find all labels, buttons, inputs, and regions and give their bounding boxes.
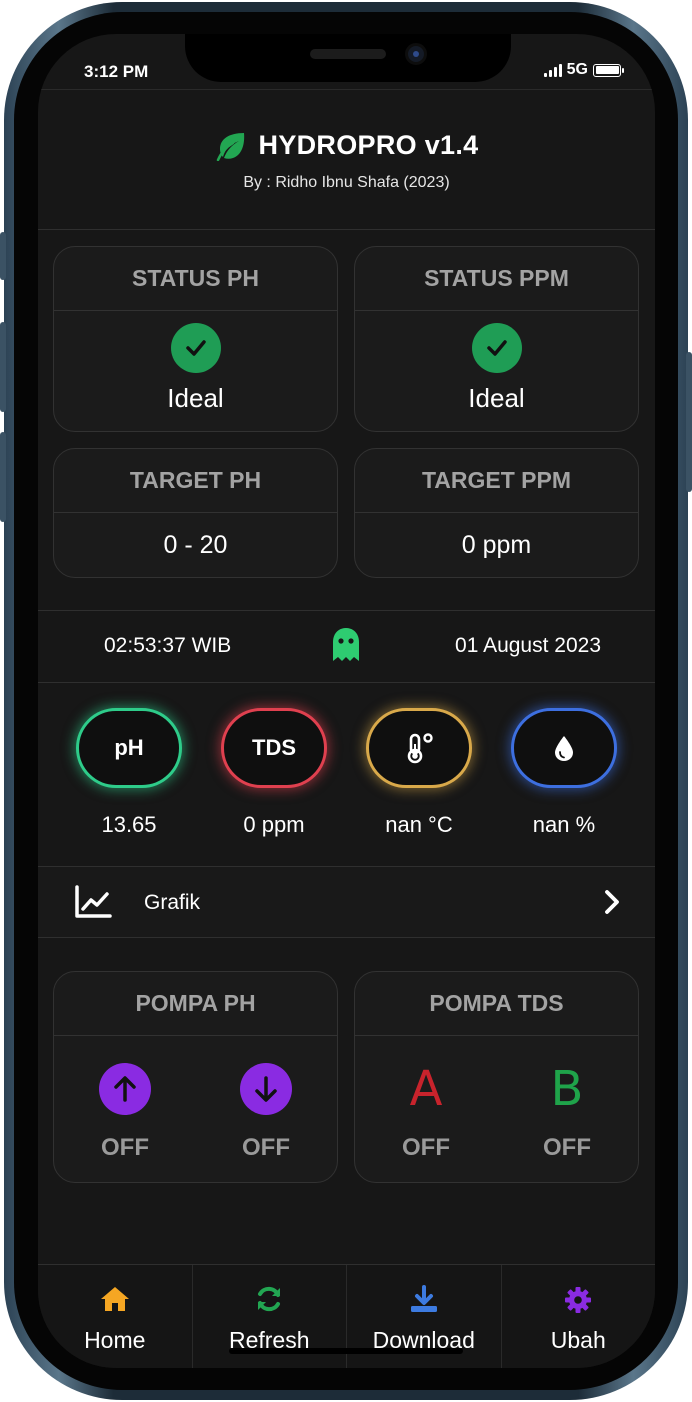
humidity-sensor-button[interactable] — [511, 708, 617, 788]
tds-sensor-button[interactable]: TDS — [221, 708, 327, 788]
status-ph-value: Ideal — [167, 383, 224, 413]
clock-row: 02:53:37 WIB 01 August 2023 — [38, 610, 655, 682]
home-indicator[interactable] — [229, 1348, 463, 1354]
battery-icon — [593, 63, 624, 77]
status-ppm-title: STATUS PPM — [355, 247, 638, 311]
line-chart-icon — [75, 885, 112, 918]
ph-up-pump-button[interactable] — [98, 1062, 152, 1116]
nav-ubah[interactable]: Ubah — [502, 1265, 656, 1368]
temperature-sensor-value: nan °C — [385, 812, 453, 837]
check-circle-icon — [170, 323, 221, 373]
pompa-ph-title: POMPA PH — [54, 972, 337, 1036]
nav-home[interactable]: Home — [38, 1265, 193, 1368]
ph-sensor-button[interactable]: pH — [76, 708, 182, 788]
status-ppm-card: STATUS PPM Ideal — [354, 246, 639, 432]
app-title: HYDROPRO v1.4 — [258, 130, 479, 160]
target-ppm-value: 0 ppm — [461, 531, 532, 559]
speaker — [310, 49, 386, 59]
pump-a-letter: A — [409, 1061, 443, 1117]
ph-down-pump-state: OFF — [242, 1134, 290, 1161]
nav-home-label: Home — [84, 1327, 146, 1353]
tds-b-pump-state: OFF — [543, 1134, 591, 1161]
target-ppm-card: TARGET PPM 0 ppm — [354, 448, 639, 578]
target-ppm-title: TARGET PPM — [355, 449, 638, 513]
tds-b-pump-button[interactable]: B — [540, 1062, 594, 1116]
clock-time: 02:53:37 WIB — [104, 634, 232, 657]
section-divider — [38, 682, 655, 683]
nav-ubah-label: Ubah — [550, 1327, 606, 1353]
temperature-sensor-button[interactable] — [366, 708, 472, 788]
volume-up-button — [0, 322, 6, 412]
target-ph-title: TARGET PH — [54, 449, 337, 513]
pompa-tds-title: POMPA TDS — [355, 972, 638, 1036]
network-type: 5G — [566, 61, 588, 78]
clock-date: 01 August 2023 — [455, 634, 601, 657]
target-ph-card: TARGET PH 0 - 20 — [53, 448, 338, 578]
home-icon — [100, 1287, 129, 1311]
tds-a-pump-button[interactable]: A — [399, 1062, 453, 1116]
status-ppm-value: Ideal — [468, 383, 525, 413]
ph-up-pump-state: OFF — [101, 1134, 149, 1161]
grafik-link[interactable]: Grafik — [38, 866, 655, 938]
ph-down-pump-button[interactable] — [239, 1062, 293, 1116]
grafik-label: Grafik — [144, 891, 201, 914]
mute-switch — [0, 232, 6, 280]
signal-icon — [543, 63, 562, 77]
status-time: 3:12 PM — [84, 62, 149, 81]
arrow-up-icon — [114, 1076, 136, 1102]
pump-b-letter: B — [550, 1061, 584, 1117]
notch — [185, 34, 511, 82]
refresh-icon — [258, 1286, 281, 1312]
pompa-ph-card: POMPA PH OFF OFF — [53, 971, 338, 1183]
pompa-tds-card: POMPA TDS A OFF B OFF — [354, 971, 639, 1183]
humidity-sensor-value: nan % — [532, 812, 596, 837]
app-header: HYDROPRO v1.4 By : Ridho Ibnu Shafa (202… — [38, 90, 655, 230]
status-indicators: 5G — [543, 61, 624, 79]
power-button — [686, 352, 692, 492]
gear-icon — [565, 1287, 592, 1313]
ph-sensor-value: 13.65 — [101, 812, 157, 837]
thermometer-icon — [407, 733, 433, 764]
volume-down-button — [0, 432, 6, 522]
download-icon — [410, 1285, 437, 1312]
chevron-right-icon — [605, 890, 619, 914]
water-drop-icon — [555, 736, 573, 761]
check-circle-icon — [471, 323, 522, 373]
leaf-icon — [216, 132, 244, 161]
tds-sensor-label: TDS — [252, 735, 296, 760]
status-ph-title: STATUS PH — [54, 247, 337, 311]
ph-sensor-label: pH — [114, 735, 144, 760]
app-screen: 3:12 PM 5G HYDROPRO v1.4 By : Ridho Ibnu… — [38, 34, 655, 1368]
status-ph-card: STATUS PH Ideal — [53, 246, 338, 432]
tds-sensor-value: 0 ppm — [243, 812, 305, 837]
arrow-down-icon — [255, 1076, 277, 1102]
ghost-icon — [333, 628, 359, 661]
target-ph-value: 0 - 20 — [163, 531, 228, 559]
app-subtitle: By : Ridho Ibnu Shafa (2023) — [243, 174, 450, 191]
tds-a-pump-state: OFF — [402, 1134, 450, 1161]
front-camera — [405, 43, 427, 65]
